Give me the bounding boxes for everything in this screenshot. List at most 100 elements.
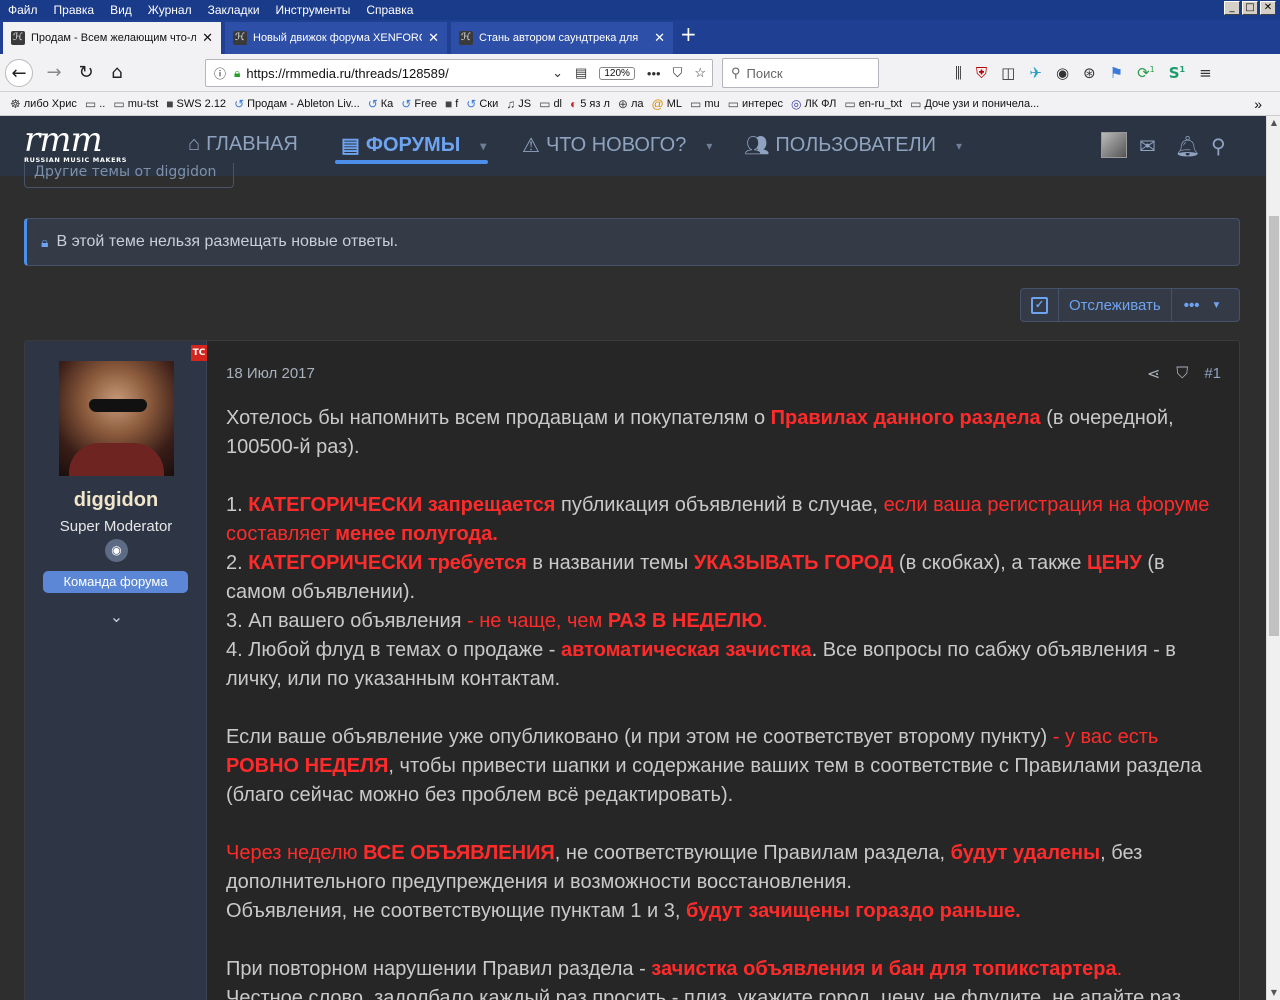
tab-title: Стань автором саундтрека для bbox=[479, 32, 639, 44]
bookmark-item[interactable]: @ ML bbox=[652, 97, 682, 111]
page-scrollbar[interactable]: ▲ ▼ bbox=[1266, 116, 1280, 1000]
star-icon[interactable]: ☆ bbox=[694, 65, 706, 81]
menu-view[interactable]: Вид bbox=[102, 3, 140, 17]
inbox-icon[interactable]: ✉ bbox=[1139, 134, 1156, 158]
bookmark-item[interactable]: ■ SWS 2.12 bbox=[166, 97, 226, 111]
minimize-icon[interactable]: _ bbox=[1224, 1, 1240, 15]
menu-file[interactable]: Файл bbox=[0, 3, 46, 17]
bookmarks-toolbar: ☸ либо Хрис ▭.. ▭ mu-tst ■ SWS 2.12 ↺ Продам… bbox=[0, 92, 1280, 116]
avatar-shirt bbox=[69, 443, 164, 476]
bookmark-item[interactable]: ↺ Ка bbox=[368, 97, 394, 111]
bookmark-icon[interactable]: ⛉ bbox=[1176, 363, 1188, 383]
tab-0[interactable]: ℋ Продам - Всем желающим что-ли ✕ bbox=[3, 22, 221, 54]
scroll-down-icon[interactable]: ▼ bbox=[1267, 986, 1280, 1000]
library-icon[interactable]: ⫼ bbox=[955, 64, 962, 82]
info-icon[interactable]: ⓘ bbox=[214, 65, 226, 82]
bookmark-item[interactable]: ▭ mu-tst bbox=[113, 97, 158, 111]
reader-view-icon[interactable]: ▤ bbox=[575, 65, 587, 81]
post-number[interactable]: #1 bbox=[1204, 365, 1221, 382]
account-avatar[interactable] bbox=[1101, 132, 1127, 158]
nav-home[interactable]: ⌂ ГЛАВНАЯ bbox=[188, 133, 298, 156]
chevron-down-icon[interactable]: ▾ bbox=[956, 139, 962, 153]
tab-1[interactable]: ℋ Новый движок форума XENFORO ✕ bbox=[225, 22, 447, 54]
badge-count: 1 bbox=[1149, 65, 1155, 74]
more-actions-icon[interactable]: ••• bbox=[647, 66, 661, 81]
rules-link[interactable]: Правилах данного раздела bbox=[771, 407, 1041, 429]
menu-edit[interactable]: Правка bbox=[46, 3, 103, 17]
ublock-icon[interactable]: ⛨ bbox=[976, 64, 987, 82]
username-link[interactable]: diggidon bbox=[25, 489, 207, 512]
search-icon[interactable]: ⚲ bbox=[1211, 134, 1226, 158]
chevron-down-icon[interactable]: ▾ bbox=[480, 139, 486, 153]
bookmark-item[interactable]: ▭ en-ru_txt bbox=[844, 97, 902, 111]
pocket-icon[interactable]: ⛉ bbox=[673, 65, 683, 81]
menu-tools[interactable]: Инструменты bbox=[268, 3, 359, 17]
close-window-icon[interactable]: ✕ bbox=[1260, 1, 1276, 15]
bookmark-item[interactable]: ▭.. bbox=[85, 97, 105, 111]
zoom-level[interactable]: 120% bbox=[599, 66, 635, 80]
maximize-icon[interactable]: □ bbox=[1242, 1, 1258, 15]
bookmark-item[interactable]: ■ f bbox=[445, 97, 458, 111]
bookmark-item[interactable]: ▭ mu bbox=[690, 97, 720, 111]
bookmark-item[interactable]: ◎ ЛК ФЛ bbox=[791, 97, 836, 111]
url-bar[interactable]: ⓘ 🔒︎ https://rmmedia.ru/threads/128589/ … bbox=[205, 59, 713, 87]
rmm-favicon-icon: ↺ bbox=[234, 96, 245, 111]
scrollbar-thumb[interactable] bbox=[1269, 216, 1279, 636]
watch-toggle[interactable]: ✓ bbox=[1021, 289, 1059, 321]
tab-bar: ℋ Продам - Всем желающим что-ли ✕ ℋ Новы… bbox=[0, 20, 1280, 54]
nav-forums-label: ФОРУМЫ bbox=[365, 134, 461, 156]
bookmark-item[interactable]: ⊕ ла bbox=[618, 97, 644, 111]
bell-icon[interactable]: 🔔︎ bbox=[1175, 134, 1200, 158]
menu-bookmarks[interactable]: Закладки bbox=[200, 3, 268, 17]
text-run: публикация объявлений в случае, bbox=[555, 494, 884, 516]
post-date[interactable]: 18 Июл 2017 bbox=[226, 365, 315, 382]
bookmark-item[interactable]: ♫ JS bbox=[506, 97, 531, 111]
scroll-up-icon[interactable]: ▲ bbox=[1267, 116, 1280, 130]
chevron-down-icon[interactable]: ⌄ bbox=[552, 65, 563, 81]
site-logo[interactable]: rmm RUSSIAN MUSIC MAKERS bbox=[24, 122, 127, 164]
extension-globe-icon[interactable]: ⊛ bbox=[1083, 64, 1096, 82]
menu-help[interactable]: Справка bbox=[358, 3, 421, 17]
reload-icon[interactable]: ↻ bbox=[72, 59, 100, 87]
home-icon[interactable]: ⌂ bbox=[103, 59, 131, 87]
close-icon[interactable]: ✕ bbox=[202, 30, 213, 46]
avatar[interactable] bbox=[59, 361, 174, 476]
search-input[interactable]: ⚲ Поиск bbox=[722, 58, 879, 88]
bookmark-item[interactable]: ☸ либо Хрис bbox=[10, 97, 77, 111]
extension-bird-icon[interactable]: ✈ bbox=[1029, 64, 1042, 82]
menu-hamburger-icon[interactable]: ≡ bbox=[1199, 64, 1212, 82]
forward-icon[interactable]: → bbox=[40, 59, 68, 87]
share-icon[interactable]: ⋖ bbox=[1147, 364, 1160, 383]
nav-members[interactable]: 👥︎ ПОЛЬЗОВАТЕЛИ ▾ bbox=[744, 133, 962, 158]
watch-button[interactable]: Отслеживать bbox=[1059, 289, 1172, 321]
nav-forums[interactable]: ▤ ФОРУМЫ ▾ bbox=[341, 133, 486, 158]
bookmark-item[interactable]: ▭ Доче узи и поничела... bbox=[910, 97, 1039, 111]
bookmark-item[interactable]: ▭ dl bbox=[539, 97, 562, 111]
nav-whats-new[interactable]: ⚠ ЧТО НОВОГО? ▾ bbox=[522, 133, 712, 158]
bookmark-label: Доче узи и поничела... bbox=[924, 97, 1040, 110]
sidebar-icon[interactable]: ◫ bbox=[1001, 64, 1015, 82]
extension-flag-icon[interactable]: ⚑ bbox=[1110, 64, 1123, 82]
bookmark-item[interactable]: ↺ Ски bbox=[466, 97, 498, 111]
menu-history[interactable]: Журнал bbox=[140, 3, 200, 17]
bookmark-item[interactable]: ↺ Продам - Ableton Liv... bbox=[234, 97, 360, 111]
url-text[interactable]: https://rmmedia.ru/threads/128589/ bbox=[246, 66, 546, 81]
extension-s-icon[interactable]: S1 bbox=[1169, 64, 1185, 82]
close-icon[interactable]: ✕ bbox=[428, 30, 439, 46]
other-threads-button[interactable]: Другие темы от diggidon bbox=[24, 163, 234, 188]
back-icon[interactable]: ← bbox=[5, 59, 33, 87]
bookmark-label: f bbox=[455, 97, 459, 110]
extension-badge-icon[interactable]: ⟳1 bbox=[1137, 64, 1155, 82]
bookmark-item[interactable]: ↺ Free bbox=[401, 97, 437, 111]
chevron-down-icon[interactable]: ⌄ bbox=[105, 607, 128, 626]
close-icon[interactable]: ✕ bbox=[654, 30, 665, 46]
bookmarks-overflow-icon[interactable]: » bbox=[1254, 96, 1262, 112]
new-tab-icon[interactable]: + bbox=[680, 22, 697, 46]
account-icon[interactable]: ◉ bbox=[1056, 64, 1069, 82]
chevron-down-icon[interactable]: ▾ bbox=[706, 139, 712, 153]
thread-tools-button[interactable]: ••• ▼ bbox=[1172, 297, 1234, 314]
tab-2[interactable]: ℋ Стань автором саундтрека для ✕ bbox=[451, 22, 673, 54]
lingualeo-icon: ◐ bbox=[570, 96, 578, 111]
bookmark-item[interactable]: ▭ интерес bbox=[728, 97, 783, 111]
bookmark-item[interactable]: ◐ 5 яз л bbox=[570, 97, 610, 111]
